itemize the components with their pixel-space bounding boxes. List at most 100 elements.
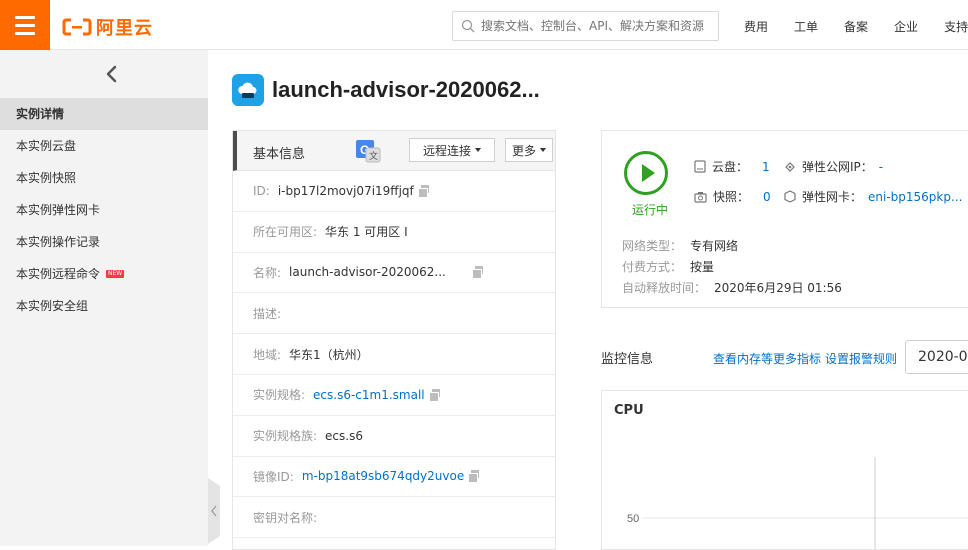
sidebar-item-security-groups[interactable]: 本实例安全组 <box>0 290 208 322</box>
info-label: ID: <box>253 183 270 198</box>
copy-icon[interactable] <box>428 388 441 402</box>
billing-row: 付费方式： 按量 <box>622 258 714 275</box>
network-type-label: 网络类型： <box>622 239 683 253</box>
alert-rules-link[interactable]: 设置报警规则 <box>825 350 897 367</box>
info-label: 密钥对名称: <box>253 510 318 525</box>
global-search[interactable] <box>452 11 719 41</box>
sidebar-item-label: 本实例远程命令 <box>16 267 101 281</box>
running-status-label: 运行中 <box>632 203 669 217</box>
region-value: 华东1（杭州） <box>289 347 369 362</box>
disk-stat: 云盘： 1 <box>694 158 770 175</box>
image-id-link[interactable]: m-bp18at9sb674qdy2uvoe <box>302 469 464 483</box>
disk-icon <box>694 160 706 173</box>
menu-line <box>15 31 35 35</box>
info-label: 镜像ID: <box>253 469 294 484</box>
copy-icon[interactable] <box>471 266 484 280</box>
info-row-image-id: 镜像ID: m-bp18at9sb674qdy2uvoe <box>233 457 555 498</box>
status-panel: 运行中 云盘： 1 快照： 0 弹性公网IP： - 弹性网卡： eni-bp15… <box>601 130 968 308</box>
eni-stat: 弹性网卡： eni-bp156pkp... <box>784 188 968 205</box>
info-label: 名称: <box>253 265 282 280</box>
remote-connect-button[interactable]: 远程连接 <box>409 138 495 162</box>
disk-label: 云盘： <box>712 160 749 174</box>
caret-down-icon <box>540 148 546 152</box>
aliyun-logo-icon <box>62 18 92 36</box>
sidebar-item-remote-commands[interactable]: 本实例远程命令 NEW <box>0 258 208 290</box>
nav-fees[interactable]: 费用 <box>744 18 768 35</box>
menu-line <box>15 23 35 27</box>
sidebar-item-label: 本实例云盘 <box>16 139 77 153</box>
chevron-left-icon[interactable] <box>100 62 124 86</box>
release-time-row: 自动释放时间： 2020年6月29日 01:56 <box>622 279 842 296</box>
sidebar-item-label: 本实例快照 <box>16 171 77 185</box>
billing-label: 付费方式： <box>622 260 683 274</box>
cpu-chart-canvas: 50 <box>627 457 968 549</box>
instance-name-value: launch-advisor-2020062... <box>289 265 446 280</box>
eni-link[interactable]: eni-bp156pkp... <box>868 190 962 204</box>
zone-value: 华东 1 可用区 I <box>325 225 408 240</box>
search-input[interactable] <box>481 19 718 33</box>
monitor-title: 监控信息 <box>601 351 654 367</box>
more-metrics-link[interactable]: 查看内存等更多指标 <box>713 350 821 367</box>
sidebar-item-disks[interactable]: 本实例云盘 <box>0 130 208 162</box>
eni-icon <box>784 190 796 203</box>
monitor-header: 监控信息 查看内存等更多指标 设置报警规则 2020-0 <box>601 340 968 374</box>
network-type-value: 专有网络 <box>690 239 739 253</box>
eni-label: 弹性网卡： <box>802 190 863 204</box>
sidebar: 实例详情 本实例云盘 本实例快照 本实例弹性网卡 本实例操作记录 本实例远程命令… <box>0 50 208 546</box>
running-status-icon <box>624 151 668 195</box>
snapshot-icon <box>694 191 707 203</box>
sidebar-item-instance-details[interactable]: 实例详情 <box>0 98 208 130</box>
logo-text: 阿里云 <box>96 18 153 39</box>
billing-value: 按量 <box>690 260 715 274</box>
eip-value: - <box>878 159 884 174</box>
y-tick-label: 50 <box>627 513 639 525</box>
eip-icon <box>785 161 795 172</box>
sidebar-item-eni[interactable]: 本实例弹性网卡 <box>0 194 208 226</box>
ecs-instance-icon <box>232 74 264 106</box>
sidebar-item-operation-log[interactable]: 本实例操作记录 <box>0 226 208 258</box>
release-time-value: 2020年6月29日 01:56 <box>714 281 842 295</box>
sidebar-item-label: 本实例弹性网卡 <box>16 203 101 217</box>
basic-info-title: 基本信息 <box>253 147 306 162</box>
page-header: launch-advisor-2020062... <box>232 74 540 106</box>
copy-icon[interactable] <box>468 470 480 484</box>
info-row-instance-type: 实例规格: ecs.s6-c1m1.small <box>233 375 555 416</box>
info-row-name: 名称: launch-advisor-2020062... <box>233 253 555 294</box>
info-label: 实例规格族: <box>253 429 318 444</box>
network-type-row: 网络类型： 专有网络 <box>622 237 738 254</box>
hamburger-menu-button[interactable] <box>0 0 50 50</box>
date-range-picker[interactable]: 2020-0 <box>905 340 968 374</box>
basic-info-header: 基本信息 G 文 远程连接 更多 <box>233 131 555 171</box>
instance-family-value: ecs.s6 <box>325 428 363 443</box>
translate-icon[interactable]: G 文 <box>355 139 381 163</box>
nav-support[interactable]: 支持 <box>944 18 968 35</box>
nav-tickets[interactable]: 工单 <box>794 18 818 35</box>
page-title: launch-advisor-2020062... <box>272 77 540 102</box>
info-row-region: 地域: 华东1（杭州） <box>233 334 555 375</box>
sidebar-item-snapshots[interactable]: 本实例快照 <box>0 162 208 194</box>
sidebar-list: 实例详情 本实例云盘 本实例快照 本实例弹性网卡 本实例操作记录 本实例远程命令… <box>0 98 208 322</box>
sidebar-item-label: 实例详情 <box>16 107 65 121</box>
play-icon <box>641 164 655 182</box>
svg-text:文: 文 <box>369 150 378 162</box>
basic-info-panel: 基本信息 G 文 远程连接 更多 ID: i-bp17l2movj07i19ff… <box>232 130 556 550</box>
instance-type-link[interactable]: ecs.s6-c1m1.small <box>313 388 425 402</box>
eip-label: 弹性公网IP： <box>802 160 873 174</box>
more-label: 更多 <box>511 143 536 158</box>
nav-icp[interactable]: 备案 <box>844 18 868 35</box>
more-button[interactable]: 更多 <box>505 138 553 162</box>
info-row-description: 描述: <box>233 293 555 335</box>
aliyun-logo[interactable]: 阿里云 <box>62 14 153 40</box>
info-label: 所在可用区: <box>253 225 318 240</box>
snapshot-count-link[interactable]: 0 <box>763 190 771 204</box>
disk-count-link[interactable]: 1 <box>762 160 770 174</box>
caret-down-icon <box>475 148 481 152</box>
sidebar-item-label: 本实例安全组 <box>16 299 89 313</box>
snapshot-stat: 快照： 0 <box>694 188 771 205</box>
info-label: 实例规格: <box>253 388 306 403</box>
info-row-instance-family: 实例规格族: ecs.s6 <box>233 416 555 457</box>
menu-line <box>15 15 35 19</box>
nav-enterprise[interactable]: 企业 <box>894 18 918 35</box>
copy-icon[interactable] <box>417 184 430 198</box>
info-row-keypair: 密钥对名称: <box>233 497 555 539</box>
